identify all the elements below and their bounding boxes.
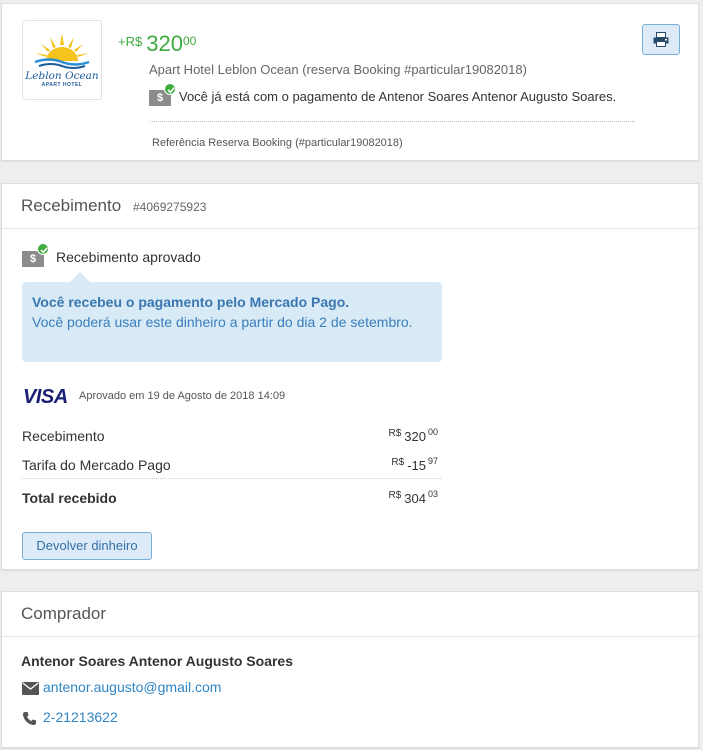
payment-message: Você já está com o pagamento de Antenor … (179, 89, 617, 104)
envelope-icon (22, 682, 39, 695)
check-icon (164, 83, 176, 95)
info-message: Você recebeu o pagamento pelo Mercado Pa… (22, 272, 442, 362)
line-label: Recebimento (22, 428, 105, 444)
line-currency: R$ (391, 457, 405, 468)
booking-reference: Referência Reserva Booking (#particular1… (152, 137, 403, 149)
logo-subtitle: APART HOTEL (41, 82, 83, 88)
print-button[interactable] (642, 24, 680, 55)
info-title: Você recebeu o pagamento pelo Mercado Pa… (32, 294, 350, 310)
amount-currency: +R$ (118, 34, 143, 49)
total-currency: R$ (388, 490, 402, 501)
approval-date: Aprovado em 19 de Agosto de 2018 14:09 (79, 390, 286, 402)
divider (150, 121, 635, 122)
info-body: Você poderá usar este dinheiro a partir … (32, 314, 413, 330)
hotel-description: Apart Hotel Leblon Ocean (reserva Bookin… (149, 62, 527, 77)
line-cents: 00 (427, 427, 438, 437)
line-value: R$ -15 97 (391, 456, 438, 473)
hotel-logo: Leblon Ocean APART HOTEL (22, 20, 102, 100)
buyer-title: Comprador (21, 604, 107, 623)
refund-button[interactable]: Devolver dinheiro (22, 532, 152, 560)
amount-cents: 00 (182, 34, 197, 48)
sun-logo-icon (34, 33, 90, 69)
total-integer: 304 (404, 491, 426, 506)
line-total: Total recebido R$ 304 03 (22, 478, 441, 510)
info-tail (70, 272, 90, 282)
amount-integer: 320 (146, 31, 183, 56)
total-cents: 03 (427, 489, 438, 499)
line-fee: Tarifa do Mercado Pago R$ -15 97 (22, 449, 441, 477)
receipt-status: Recebimento aprovado (56, 249, 201, 265)
visa-logo-icon: VISA (23, 386, 68, 406)
total-value: R$ 304 03 (388, 489, 438, 506)
line-receipt: Recebimento R$ 320 00 (22, 420, 441, 448)
buyer-card: Comprador Antenor Soares Antenor Augusto… (1, 591, 699, 748)
check-icon (37, 243, 49, 255)
receipt-number: #4069275923 (133, 200, 207, 214)
buyer-email-link[interactable]: antenor.augusto@gmail.com (43, 679, 221, 695)
line-label: Tarifa do Mercado Pago (22, 457, 171, 473)
line-cents: 97 (427, 456, 438, 466)
receipt-header: Recebimento #4069275923 (2, 184, 698, 229)
line-value: R$ 320 00 (388, 427, 438, 444)
receipt-title: Recebimento (21, 196, 122, 215)
logo-name: Leblon Ocean (25, 70, 99, 82)
phone-icon (22, 711, 37, 726)
buyer-phone-link[interactable]: 2-21213622 (43, 709, 118, 725)
line-currency: R$ (388, 428, 402, 439)
buyer-name: Antenor Soares Antenor Augusto Soares (21, 653, 294, 669)
receipt-card: Recebimento #4069275923 $ Recebimento ap… (1, 183, 699, 570)
received-amount: +R$ 32000 (118, 31, 196, 57)
print-icon (653, 32, 669, 47)
payment-summary-card: Leblon Ocean APART HOTEL +R$ 32000 Apart … (1, 3, 699, 161)
line-integer: 320 (404, 429, 426, 444)
line-integer: -15 (407, 458, 426, 473)
total-label: Total recebido (22, 490, 117, 506)
buyer-header: Comprador (2, 592, 698, 637)
visa-logo-text: VISA (23, 386, 68, 406)
